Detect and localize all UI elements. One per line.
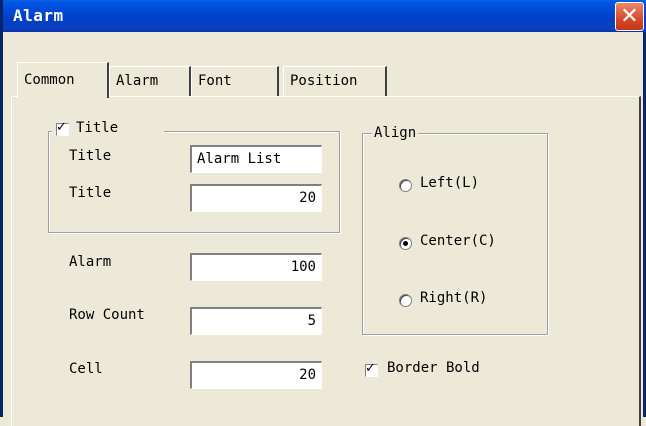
title-text-label: Title [69,148,112,164]
align-center-radio[interactable] [399,237,412,250]
align-group-legend: Align [372,125,419,141]
title-text-input[interactable]: Alarm List [190,145,322,173]
tab-label: Font [198,73,232,89]
align-left-label[interactable]: Left(L) [420,175,479,191]
title-checkbox-label: Title [76,120,119,136]
alarm-count-input[interactable]: 100 [190,253,322,281]
align-center-label[interactable]: Center(C) [420,233,496,249]
row-count-label: Row Count [69,307,145,323]
tab-font[interactable]: Font [191,66,279,96]
tab-label: Common [24,72,75,88]
align-left-radio[interactable] [399,179,412,192]
check-icon: ✓ [365,361,376,376]
align-right-radio[interactable] [399,294,412,307]
check-icon: ✓ [56,120,67,135]
alarm-count-label: Alarm [69,254,112,270]
dialog-window: Alarm ✕ Common Alarm Font Position ✓ Tit… [0,0,646,426]
tab-panel-common: ✓ Title Title Alarm List Title 20 Alarm … [11,96,641,426]
title-size-input[interactable]: 20 [190,184,322,212]
tab-common[interactable]: Common [17,62,109,98]
tab-label: Position [290,73,358,89]
cell-label: Cell [69,361,103,377]
title-group-legend[interactable]: ✓ Title [52,120,164,138]
title-checkbox[interactable]: ✓ [56,120,69,136]
title-size-label: Title [69,185,112,201]
window-title: Alarm [13,6,64,25]
close-button[interactable]: ✕ [615,2,644,31]
row-count-input[interactable]: 5 [190,307,322,335]
border-bold-checkbox[interactable]: ✓ [365,361,378,377]
title-bar[interactable]: Alarm ✕ [3,0,646,32]
tab-label: Alarm [116,73,159,89]
border-bold-label[interactable]: Border Bold [387,360,480,376]
tab-alarm[interactable]: Alarm [109,66,191,96]
align-right-label[interactable]: Right(R) [420,290,487,306]
tab-position[interactable]: Position [283,66,387,96]
cell-input[interactable]: 20 [190,361,322,389]
close-icon: ✕ [620,4,639,29]
